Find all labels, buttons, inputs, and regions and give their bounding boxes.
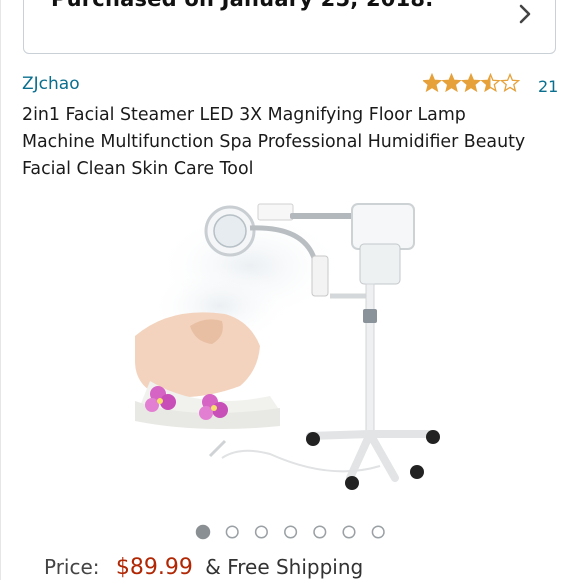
carousel-dot[interactable]: [254, 525, 268, 539]
star-rating[interactable]: [423, 73, 521, 93]
carousel-dot[interactable]: [225, 525, 239, 539]
star-icon: [480, 73, 501, 93]
product-title-line: 2in1 Facial Steamer LED 3X Magnifying Fl…: [22, 105, 466, 125]
shipping-text: & Free Shipping: [205, 555, 364, 579]
chevron-right-icon[interactable]: [517, 3, 533, 25]
product-title: 2in1 Facial Steamer LED 3X Magnifying Fl…: [22, 102, 567, 183]
carousel-dot[interactable]: [342, 525, 356, 539]
image-carousel-indicator[interactable]: [195, 524, 395, 540]
price-label: Price:: [44, 555, 100, 579]
purchase-history-banner[interactable]: Purchased on January 25, 2018.: [23, 0, 556, 54]
price-row: Price: $89.99 & Free Shipping: [44, 555, 363, 580]
page-edge: [0, 0, 1, 580]
review-count-link[interactable]: 21: [538, 77, 558, 96]
price-value: $89.99: [115, 555, 193, 580]
product-image[interactable]: [130, 196, 450, 506]
carousel-dot[interactable]: [371, 525, 385, 539]
product-title-line: Facial Clean Skin Care Tool: [22, 159, 254, 179]
star-icon: [460, 73, 482, 93]
carousel-dot-active[interactable]: [195, 524, 211, 540]
brand-link[interactable]: ZJchao: [22, 74, 80, 94]
product-title-line: Machine Multifunction Spa Professional H…: [22, 132, 526, 152]
carousel-dot[interactable]: [284, 525, 298, 539]
purchase-date-text: Purchased on January 25, 2018.: [51, 0, 433, 11]
carousel-dot[interactable]: [313, 525, 327, 539]
star-icon: [441, 73, 462, 93]
star-icon: [499, 73, 521, 93]
star-icon: [423, 73, 443, 93]
